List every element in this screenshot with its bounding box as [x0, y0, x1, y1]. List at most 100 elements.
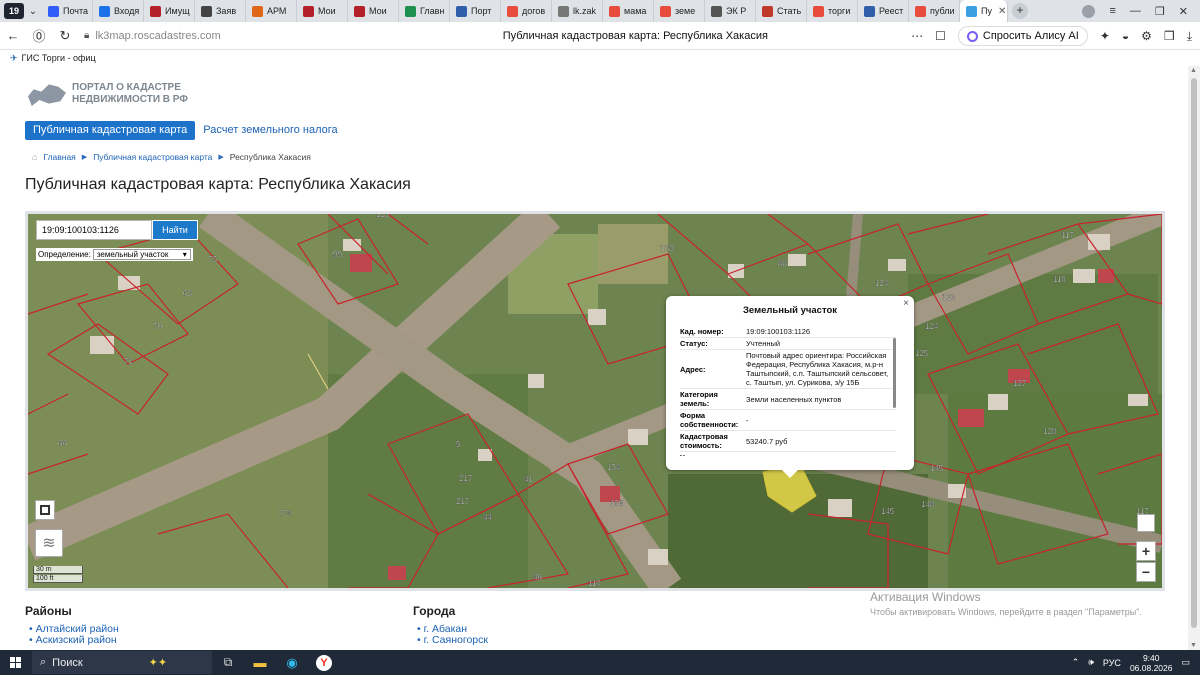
- yandex-icon[interactable]: ⓪: [26, 26, 52, 45]
- browser-tab[interactable]: Входя: [93, 0, 144, 22]
- browser-tab[interactable]: АРМ: [246, 0, 297, 22]
- browser-tab[interactable]: lk.zak: [552, 0, 603, 22]
- browser-tab-bar: 19 ⌄ Почта Входя Имущ Заяв АРМ Мои Мои Главн Пор…: [0, 0, 1200, 22]
- extensions-icon[interactable]: ⚙: [1141, 29, 1152, 43]
- popup-scrollbar[interactable]: [893, 330, 896, 456]
- district-link[interactable]: Аскизский район: [29, 635, 119, 646]
- minimize-button[interactable]: —: [1130, 5, 1141, 17]
- taskbar-search[interactable]: ⌕ Поиск ✦✦: [32, 651, 212, 674]
- cities-section: Города г. Абакан г. Саяногорск: [413, 604, 488, 646]
- city-link[interactable]: г. Саяногорск: [417, 635, 488, 646]
- browser-tab[interactable]: Заяв: [195, 0, 246, 22]
- language-indicator[interactable]: РУС: [1103, 658, 1121, 668]
- browser-tab[interactable]: Порт: [450, 0, 501, 22]
- layers-button[interactable]: ≋: [35, 529, 63, 557]
- browser-tab[interactable]: Главн: [399, 0, 450, 22]
- parcel-number-label: 66: [58, 439, 67, 448]
- sidebar-icon[interactable]: ✦: [1100, 29, 1110, 43]
- popup-row-value: Учтенный: [746, 339, 781, 348]
- browser-tab[interactable]: торги: [807, 0, 858, 22]
- parcel-number-label: 88: [778, 259, 787, 268]
- reload-button[interactable]: ↻: [52, 28, 78, 44]
- popup-row-value: -: [746, 415, 749, 425]
- menu-land-tax[interactable]: Расчет земельного налога: [195, 121, 345, 140]
- browser-tab[interactable]: Мои: [348, 0, 399, 22]
- tab-favicon-icon: [915, 5, 926, 17]
- browser-tab[interactable]: Стать: [756, 0, 807, 22]
- breadcrumb-map[interactable]: Публичная кадастровая карта: [93, 152, 212, 162]
- tabs-menu-icon[interactable]: ⌄: [24, 6, 42, 17]
- browser-tab[interactable]: ЭК Р: [705, 0, 756, 22]
- address-bar: ← ⓪ ↻ 🔒︎ lk3map.roscadastres.com Публичн…: [0, 22, 1200, 50]
- volume-icon[interactable]: 🕪︎: [1088, 657, 1094, 668]
- browser-tab[interactable]: догов: [501, 0, 552, 22]
- back-button[interactable]: ←: [0, 28, 26, 43]
- tray-expand-icon[interactable]: ⌃: [1072, 657, 1080, 668]
- bookmark-item[interactable]: ГИС Торги - офиц: [22, 53, 96, 63]
- browser-tab[interactable]: земе: [654, 0, 705, 22]
- browser-tab[interactable]: Имущ: [144, 0, 195, 22]
- maximize-button[interactable]: ❐: [1155, 5, 1165, 18]
- edge-icon[interactable]: ◉: [276, 650, 308, 675]
- page-scroll-thumb[interactable]: [1191, 78, 1197, 628]
- hat-icon[interactable]: ◒: [1122, 29, 1129, 43]
- breadcrumb-home[interactable]: Главная: [43, 152, 75, 162]
- fullscreen-button[interactable]: [35, 500, 55, 520]
- browser-tab[interactable]: Реест: [858, 0, 909, 22]
- popup-row-key: Категория земель:: [680, 390, 718, 408]
- scroll-up-icon[interactable]: ▲: [1190, 67, 1197, 74]
- page-scrollbar[interactable]: ▲ ▼: [1188, 66, 1200, 650]
- home-icon[interactable]: ⌂: [32, 152, 37, 162]
- more-icon[interactable]: ⋯: [911, 29, 923, 43]
- popup-row-value: 19:09:100103:1126: [746, 327, 811, 336]
- popup-row: Категория земель: Земли населенных пункто…: [680, 389, 896, 410]
- find-button[interactable]: Найти: [152, 220, 198, 240]
- close-window-button[interactable]: ✕: [1179, 5, 1188, 18]
- task-view-icon[interactable]: ⧉: [212, 650, 244, 675]
- tab-label: земе: [675, 6, 696, 16]
- zoom-in-button[interactable]: +: [1136, 541, 1156, 561]
- parcel-number-label: 99: [333, 250, 342, 259]
- clock[interactable]: 9:40 06.08.2026: [1130, 653, 1173, 673]
- yandex-browser-icon[interactable]: Y: [308, 650, 340, 675]
- bookmark-icon[interactable]: ☐: [935, 29, 946, 43]
- new-tab-button[interactable]: +: [1012, 3, 1028, 19]
- tab-label: догов: [522, 6, 546, 16]
- definition-select[interactable]: земельный участок ▾: [92, 249, 191, 260]
- main-menu: Публичная кадастровая карта Расчет земел…: [25, 121, 346, 140]
- browser-tab[interactable]: Пу ✕: [960, 0, 1008, 22]
- file-explorer-icon[interactable]: ▬: [244, 650, 276, 675]
- parcel-number-label: 158: [610, 499, 624, 508]
- satellite-imagery[interactable]: 75 99 63 70 71 66 774 88 133 117 116 124 123 124 125 12…: [28, 214, 1162, 588]
- profile-icon[interactable]: [1082, 4, 1096, 18]
- tab-counter[interactable]: 19: [4, 3, 24, 19]
- scroll-down-icon[interactable]: ▼: [1190, 642, 1197, 649]
- downloads-icon[interactable]: ⤓: [1187, 29, 1192, 44]
- browser-tab[interactable]: публи: [909, 0, 960, 22]
- lock-icon[interactable]: 🔒︎: [84, 30, 89, 41]
- browser-tab[interactable]: Мои: [297, 0, 348, 22]
- popup-details-table[interactable]: Кад. номер: 19:09:100103:1126 Статус: Учтен…: [680, 326, 896, 456]
- collections-icon[interactable]: ❒: [1164, 29, 1175, 43]
- map-control-button[interactable]: [1137, 514, 1155, 532]
- tab-close-icon[interactable]: ✕: [998, 6, 1006, 17]
- parcel-number-label: 75: [208, 255, 217, 264]
- tab-favicon-icon: [456, 5, 467, 17]
- alice-button[interactable]: Спросить Алису AI: [957, 26, 1088, 46]
- popup-row-key: Уточненная: [680, 452, 746, 456]
- cadastral-number-input[interactable]: [36, 220, 152, 240]
- cadastral-map[interactable]: 75 99 63 70 71 66 774 88 133 117 116 124 123 124 125 12…: [25, 211, 1165, 591]
- parcel-number-label: 145: [881, 507, 895, 516]
- browser-tab[interactable]: Почта: [42, 0, 93, 22]
- browser-tab[interactable]: мама: [603, 0, 654, 22]
- bookmarks-menu-icon[interactable]: ≡: [1109, 5, 1115, 17]
- notifications-icon[interactable]: ▭: [1181, 657, 1190, 668]
- zoom-out-button[interactable]: −: [1136, 562, 1156, 582]
- popup-title: Земельный участок: [742, 305, 838, 316]
- menu-cadastral-map[interactable]: Публичная кадастровая карта: [25, 121, 196, 140]
- url-field[interactable]: lk3map.roscadastres.com: [95, 30, 395, 42]
- start-button[interactable]: [0, 657, 30, 668]
- site-logo[interactable]: ПОРТАЛ О КАДАСТРЕ НЕДВИЖИМОСТИ В РФ: [28, 82, 192, 106]
- popup-scroll-thumb[interactable]: [893, 338, 896, 408]
- breadcrumb-current: Республика Хакасия: [229, 152, 311, 162]
